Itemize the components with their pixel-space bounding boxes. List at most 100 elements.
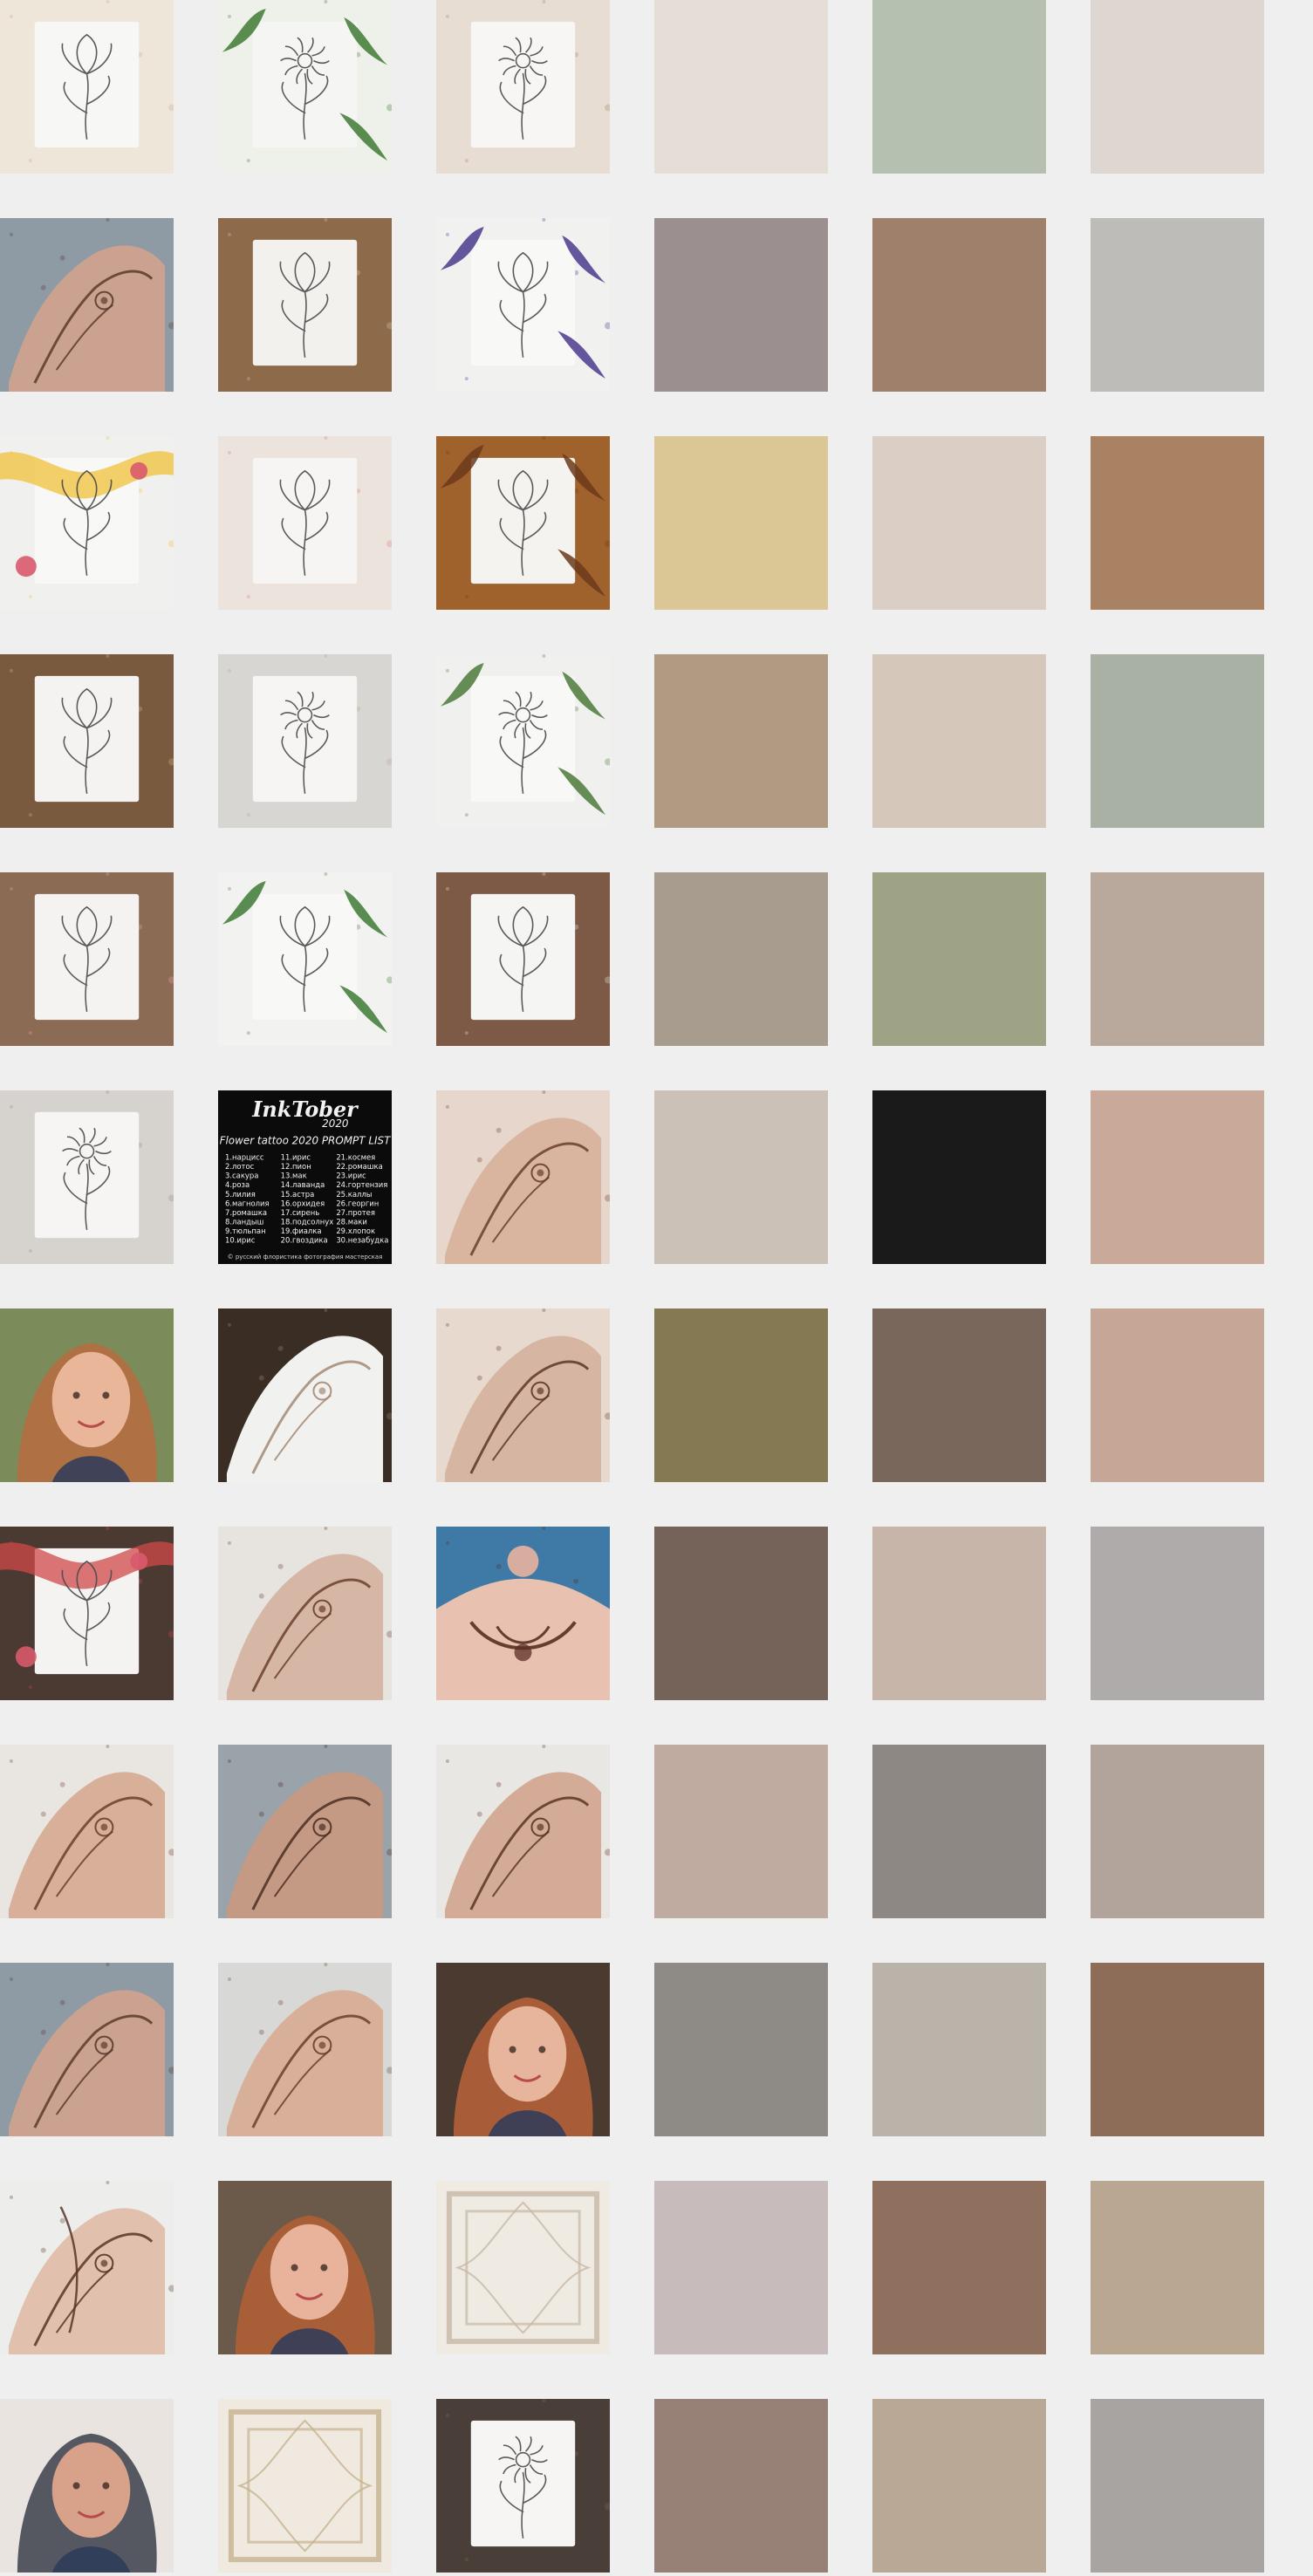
- henna-chest-photo: [436, 1527, 610, 1700]
- prompt-item: 19.фиалка: [281, 1227, 322, 1235]
- prompt-item: 6.магнолия: [225, 1199, 270, 1207]
- iris-drawing-photo: [436, 218, 610, 392]
- color-swatch: [1091, 1963, 1264, 2136]
- color-swatch: [872, 2399, 1046, 2573]
- bouquet-drawing-photo-image: [0, 654, 174, 828]
- henna-hands-photo-image: [0, 218, 174, 392]
- inktober-prompt-list-image: InkTober2020Flower tattoo 2020 PROMPT LI…: [218, 1090, 392, 1264]
- color-swatch: [872, 1963, 1046, 2136]
- peony-drawing-photo-image: [218, 0, 392, 174]
- daffodil-drawing-photo-image: [0, 1090, 174, 1264]
- daffodil-drawing-photo: [0, 1090, 174, 1264]
- prompt-item: 7.ромашка: [225, 1208, 267, 1217]
- prompt-item: 2.лотос: [225, 1162, 255, 1171]
- forehead-henna-portrait-image: [218, 2181, 392, 2354]
- prompt-item: 10.ирис: [225, 1236, 256, 1245]
- color-swatch: [872, 1308, 1046, 1482]
- henna-hands-wheat-photo-image: [218, 1745, 392, 1918]
- face-henna-portrait-photo-image: [436, 1963, 610, 2136]
- rose-ribbon-photo: [0, 436, 174, 610]
- color-swatch: [872, 218, 1046, 392]
- daisy-drawing-photo: [436, 0, 610, 174]
- prompt-footer-text: © русский флористика фотография мастерск…: [228, 1254, 383, 1261]
- calla-drawing-photo-image: [218, 218, 392, 392]
- prompt-item: 29.хлопок: [336, 1227, 375, 1235]
- branch-leaves-photo: [218, 872, 392, 1046]
- henna-hands-repeat-photo: [0, 1963, 174, 2136]
- cat-tulip-photo-image: [436, 872, 610, 1046]
- autumn-drawing-photo: [436, 436, 610, 610]
- girl-with-cat-photo: [0, 2399, 174, 2573]
- henna-hands-bed-photo: [436, 1308, 610, 1482]
- prompt-item: 9.тюльпан: [225, 1227, 266, 1235]
- color-swatch: [1091, 1527, 1264, 1700]
- color-swatch: [654, 436, 828, 610]
- color-swatch: [872, 1527, 1046, 1700]
- prompt-item: 28.маки: [336, 1217, 367, 1226]
- color-swatch: [654, 654, 828, 828]
- palette-grid: InkTober 2020 Flower tattoo 2020 PROMPT LI…: [0, 0, 1313, 2576]
- prompt-item: 1.нарцисс: [225, 1153, 264, 1162]
- color-swatch: [654, 872, 828, 1046]
- color-swatch: [872, 872, 1046, 1046]
- color-swatch: [654, 1963, 828, 2136]
- henna-hands-white-photo: [436, 1745, 610, 1918]
- prompt-item: 24.гортензия: [336, 1180, 387, 1189]
- color-swatch: [654, 218, 828, 392]
- prompt-item: 17.сирень: [281, 1208, 320, 1217]
- prompt-item: 8.ландыш: [225, 1217, 263, 1226]
- prompt-item: 4.роза: [225, 1180, 250, 1189]
- autumn-drawing-photo-image: [436, 436, 610, 610]
- color-swatch: [1091, 872, 1264, 1046]
- color-swatch: [654, 2181, 828, 2354]
- prompt-item: 30.незабудка: [336, 1236, 388, 1245]
- forehead-henna-portrait: [218, 2181, 392, 2354]
- prompt-item: 25.каллы: [336, 1190, 372, 1199]
- lotus-drawing-book-photo-image: [436, 2399, 610, 2573]
- color-swatch: [1091, 654, 1264, 828]
- color-swatch: [872, 1745, 1046, 1918]
- henna-chest-photo-image: [436, 1527, 610, 1700]
- peony-drawing-photo: [218, 0, 392, 174]
- color-swatch: [1091, 2181, 1264, 2354]
- henna-hands-bed-photo-image: [436, 1308, 610, 1482]
- magnolia-drawing-photo-image: [218, 654, 392, 828]
- lily-drawing-photo: [0, 0, 174, 174]
- lotus-drawing-book-photo: [436, 2399, 610, 2573]
- prompt-item: 15.астра: [281, 1190, 315, 1199]
- prompt-item: 26.георгин: [336, 1199, 379, 1207]
- color-swatch: [1091, 1745, 1264, 1918]
- prompt-item: 27.протея: [336, 1208, 375, 1217]
- color-swatch: [872, 0, 1046, 174]
- girl-with-cat-photo-image: [0, 2399, 174, 2573]
- henna-hands-floral-photo: [436, 1090, 610, 1264]
- henna-hands-floral-photo-image: [436, 1090, 610, 1264]
- portrait-hydrangea-photo: [0, 1308, 174, 1482]
- henna-hands-repeat-photo-image: [0, 1963, 174, 2136]
- color-swatch: [872, 1090, 1046, 1264]
- magnolia-drawing-photo: [218, 654, 392, 828]
- color-swatch: [654, 1527, 828, 1700]
- henna-hands-photo: [0, 218, 174, 392]
- watercolor-rose-photo-image: [0, 1527, 174, 1700]
- color-swatch: [872, 436, 1046, 610]
- daisy-drawing-photo-image: [436, 0, 610, 174]
- portrait-hydrangea-photo-image: [0, 1308, 174, 1482]
- poppy-drawing-photo-image: [436, 654, 610, 828]
- hand-sketch-dark-photo: [218, 1308, 392, 1482]
- henna-hands-wheat-photo: [218, 1745, 392, 1918]
- tulip-drawing-photo-image: [218, 436, 392, 610]
- color-swatch: [1091, 0, 1264, 174]
- prompt-item: 3.сакура: [225, 1172, 258, 1180]
- henna-arm-photo-image: [218, 1527, 392, 1700]
- sketchbook-roses-photo-image: [0, 872, 174, 1046]
- sketchbook-roses-photo: [0, 872, 174, 1046]
- color-swatch: [654, 1090, 828, 1264]
- prompt-item: 14.лаванда: [281, 1180, 325, 1189]
- prompt-item: 22.ромашка: [336, 1162, 382, 1171]
- prompt-item: 5.лилия: [225, 1190, 256, 1199]
- ceiling-ornament-photo-image: [436, 2181, 610, 2354]
- color-swatch: [1091, 1090, 1264, 1264]
- prompt-item: 20.гвоздика: [281, 1236, 328, 1245]
- calla-drawing-photo: [218, 218, 392, 392]
